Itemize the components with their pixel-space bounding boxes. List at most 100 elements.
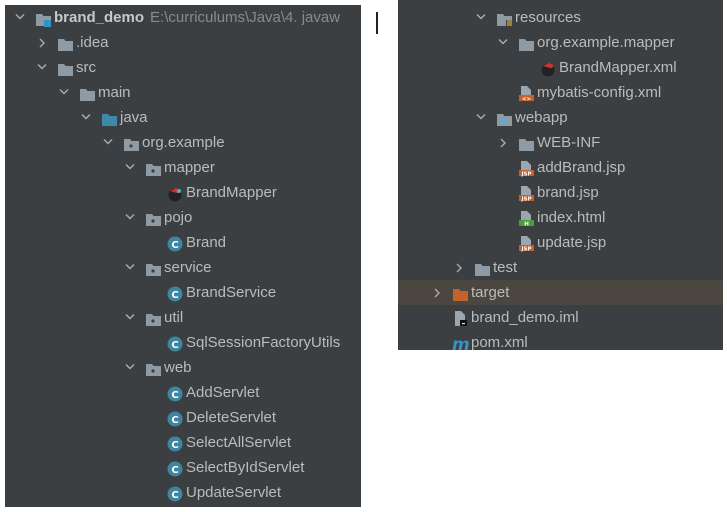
svg-text:C: C [171, 415, 178, 426]
node-label: pom.xml [471, 334, 528, 350]
project-path: E:\curriculums\Java\4. javaw [150, 9, 341, 26]
tree-node-org-example[interactable]: org.example [5, 130, 361, 155]
tree-node-mapper[interactable]: mapper [5, 155, 361, 180]
tree-node-brand[interactable]: C Brand [5, 230, 361, 255]
node-label: SelectAllServlet [186, 434, 292, 451]
node-label: target [471, 284, 510, 301]
folder-icon [518, 135, 535, 151]
class-icon: C [167, 435, 184, 452]
tree-node-sqlsessionfactoryutils[interactable]: C SqlSessionFactoryUtils [5, 330, 361, 355]
tree-node-target[interactable]: target [398, 280, 723, 305]
tree-node-web-inf[interactable]: WEB-INF [398, 130, 723, 155]
module-folder-icon [35, 10, 52, 27]
tree-node-brandservice[interactable]: C BrandService [5, 280, 361, 305]
tree-node-index-html[interactable]: Hindex.html [398, 205, 723, 230]
node-label: index.html [537, 209, 606, 226]
node-label: main [98, 84, 131, 101]
node-label: brand_demo [54, 9, 145, 26]
node-label: brand.jsp [537, 184, 599, 201]
chevron-down-icon[interactable] [474, 105, 488, 130]
node-label: resources [515, 9, 581, 26]
svg-text:JSP: JSP [520, 171, 531, 177]
tree-node-webapp[interactable]: webapp [398, 105, 723, 130]
node-label: service [164, 259, 212, 276]
node-label: AddServlet [186, 384, 260, 401]
tree-node-pom-xml[interactable]: m pom.xml [398, 330, 723, 350]
package-icon [145, 260, 162, 276]
jsp-file-icon: JSP [518, 185, 535, 202]
class-icon: C [167, 410, 184, 427]
tree-node-selectallservlet[interactable]: C SelectAllServlet [5, 430, 361, 455]
tree-node-service[interactable]: service [5, 255, 361, 280]
node-label: update.jsp [537, 234, 607, 251]
node-label: org.example [142, 134, 225, 151]
node-label: src [76, 59, 96, 76]
package-icon [123, 135, 140, 151]
folder-icon [474, 260, 491, 276]
node-label: mybatis-config.xml [537, 84, 662, 101]
tree-node-brandmapper-xml[interactable]: BrandMapper.xml [398, 55, 723, 80]
tree-node-update-jsp[interactable]: JSP update.jsp [398, 230, 723, 255]
tree-node-brand-demo[interactable]: brand_demo E:\curriculums\Java\4. javaw [5, 5, 361, 30]
node-label: BrandService [186, 284, 277, 301]
node-label: org.example.mapper [537, 34, 675, 51]
node-label: java [120, 109, 148, 126]
chevron-down-icon[interactable] [13, 5, 27, 30]
node-label: webapp [515, 109, 568, 126]
tree-node-org-example-mapper[interactable]: org.example.mapper [398, 30, 723, 55]
folder-icon [57, 60, 74, 76]
tree-node-addservlet[interactable]: C AddServlet [5, 380, 361, 405]
chevron-right-icon[interactable] [430, 280, 444, 305]
tree-node-main[interactable]: main [5, 80, 361, 105]
tree-node-pojo[interactable]: pojo [5, 205, 361, 230]
chevron-down-icon[interactable] [79, 105, 93, 130]
svg-text:<>: <> [522, 96, 532, 102]
chevron-down-icon[interactable] [474, 5, 488, 30]
tree-node-brand-jsp[interactable]: JSP brand.jsp [398, 180, 723, 205]
project-tree-panel-right: resources org.example.mapper BrandMapper.x… [398, 0, 723, 350]
chevron-right-icon[interactable] [35, 30, 49, 55]
chevron-down-icon[interactable] [101, 130, 115, 155]
tree-node-util[interactable]: util [5, 305, 361, 330]
node-label: BrandMapper [186, 184, 277, 201]
tree-node-brandmapper[interactable]: BrandMapper [5, 180, 361, 205]
tree-node-web[interactable]: web [5, 355, 361, 380]
tree-node-idea[interactable]: .idea [5, 30, 361, 55]
chevron-down-icon[interactable] [123, 355, 137, 380]
jsp-file-icon: JSP [518, 235, 535, 252]
maven-pom-icon: m [452, 335, 470, 350]
svg-text:H: H [524, 221, 529, 227]
tree-node-mybatis-config-xml[interactable]: <> mybatis-config.xml [398, 80, 723, 105]
svg-text:m: m [452, 336, 470, 350]
chevron-right-icon[interactable] [452, 255, 466, 280]
node-label: SqlSessionFactoryUtils [186, 334, 341, 351]
tree-node-java[interactable]: java [5, 105, 361, 130]
node-label: pojo [164, 209, 193, 226]
tree-node-deleteservlet[interactable]: C DeleteServlet [5, 405, 361, 430]
node-label: web [164, 359, 192, 376]
tree-node-src[interactable]: src [5, 55, 361, 80]
chevron-down-icon[interactable] [496, 30, 510, 55]
class-icon: C [167, 485, 184, 502]
chevron-down-icon[interactable] [123, 205, 137, 230]
mybatis-mapper-icon [167, 185, 184, 202]
chevron-right-icon[interactable] [496, 130, 510, 155]
tree-node-updateservlet[interactable]: C UpdateServlet [5, 480, 361, 505]
node-label: util [164, 309, 184, 326]
tree-node-resources[interactable]: resources [398, 5, 723, 30]
chevron-down-icon[interactable] [123, 255, 137, 280]
chevron-down-icon[interactable] [123, 155, 137, 180]
tree-node-addbrand-jsp[interactable]: JSP addBrand.jsp [398, 155, 723, 180]
svg-text:C: C [171, 290, 178, 301]
chevron-down-icon[interactable] [123, 305, 137, 330]
node-label: UpdateServlet [186, 484, 282, 501]
svg-text:JSP: JSP [520, 196, 531, 202]
node-label: WEB-INF [537, 134, 601, 151]
tree-node-test[interactable]: test [398, 255, 723, 280]
chevron-down-icon[interactable] [57, 80, 71, 105]
tree-node-brand-demo-iml[interactable]: brand_demo.iml [398, 305, 723, 330]
xml-file-icon: <> [518, 85, 535, 102]
tree-node-selectbyidservlet[interactable]: C SelectByIdServlet [5, 455, 361, 480]
source-folder-icon [101, 110, 118, 126]
chevron-down-icon[interactable] [35, 55, 49, 80]
